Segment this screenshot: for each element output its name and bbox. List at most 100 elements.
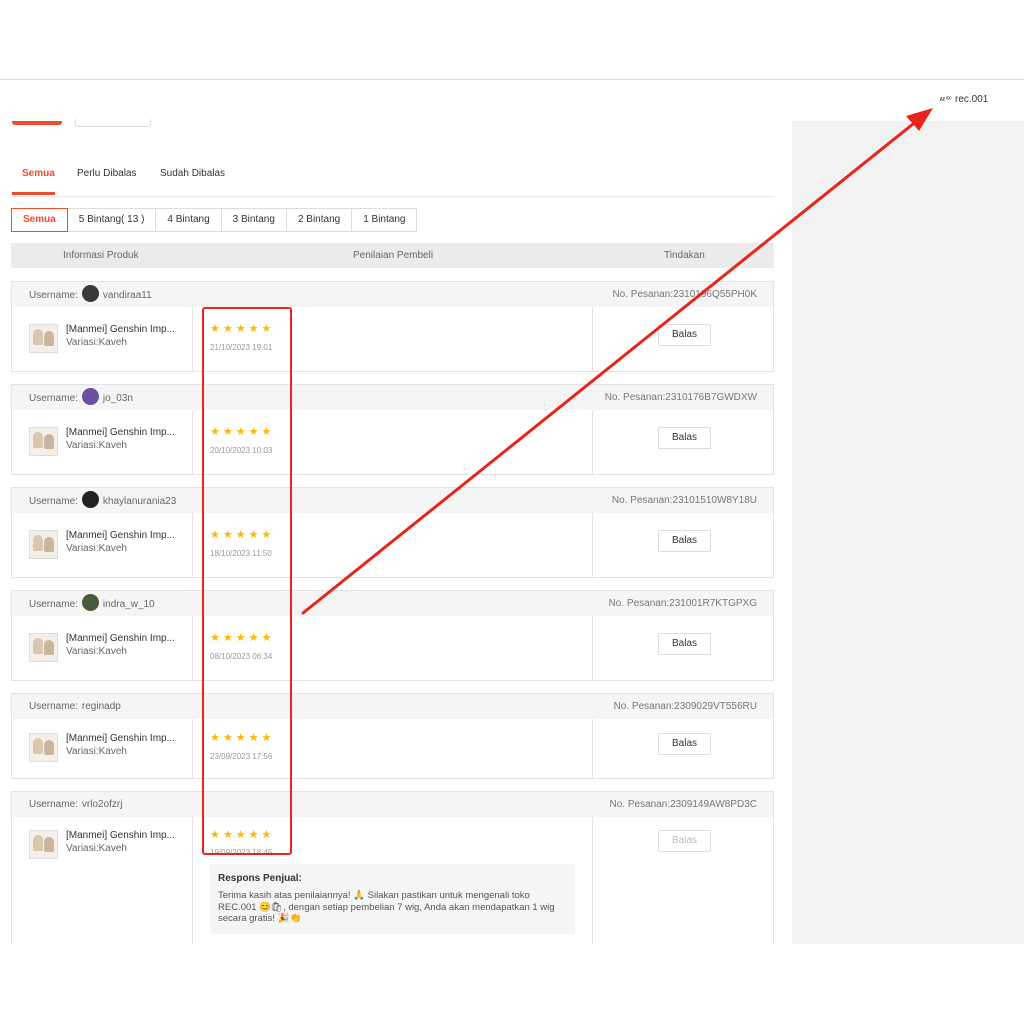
product-thumbnail [29, 733, 58, 762]
filter-5-bintang[interactable]: 5 Bintang( 13 ) [66, 208, 157, 232]
order-number: No. Pesanan:231001R7KTGPXG [608, 598, 757, 609]
column-divider [192, 817, 193, 944]
reply-button[interactable]: Balas [658, 733, 711, 755]
tab-perlu-dibalas[interactable]: Perlu Dibalas [77, 168, 136, 179]
rating-filters: Semua 5 Bintang( 13 ) 4 Bintang 3 Bintan… [11, 208, 418, 232]
review-card-header: Username: reginadp No. Pesanan:2309029VT5… [12, 694, 773, 719]
order-number: No. Pesanan:2310176B7GWDXW [604, 392, 757, 403]
product-thumbnail [29, 324, 58, 353]
right-sidebar [792, 121, 1024, 944]
username: Username: vandiraa11 [29, 285, 152, 302]
avatar [81, 594, 99, 611]
top-bar [0, 79, 1024, 122]
product-name[interactable]: [Manmei] Genshin Imp... [66, 530, 175, 541]
column-divider [592, 719, 593, 778]
avatar [81, 491, 99, 508]
product-name[interactable]: [Manmei] Genshin Imp... [66, 830, 175, 841]
avatar [81, 388, 99, 405]
column-divider [192, 513, 193, 577]
review-date: 08/10/2023 06:34 [210, 652, 273, 661]
filter-1-bintang[interactable]: 1 Bintang [351, 208, 418, 232]
reply-button[interactable]: Balas [658, 324, 711, 346]
rating-stars: ★★★★★ [210, 732, 275, 744]
product-variation: Variasi:Kaveh [66, 843, 127, 854]
order-number: No. Pesanan:2309029VT556RU [613, 701, 757, 712]
active-tab-underline [12, 192, 55, 195]
seller-response-text: Terima kasih atas penilaiannya! 🙏 Silaka… [218, 890, 555, 924]
reply-button[interactable]: Balas [658, 530, 711, 552]
column-divider [592, 817, 593, 944]
review-card-header: Username: vandiraa11 No. Pesanan:2310196Q… [12, 282, 773, 307]
rating-stars: ★★★★★ [210, 426, 275, 438]
column-divider [192, 616, 193, 680]
filter-2-bintang[interactable]: 2 Bintang [285, 208, 353, 232]
product-thumbnail [29, 427, 58, 456]
review-card: Username: reginadp No. Pesanan:2309029VT5… [11, 693, 774, 779]
reply-button[interactable]: Balas [658, 633, 711, 655]
product-name[interactable]: [Manmei] Genshin Imp... [66, 733, 175, 744]
rating-stars: ★★★★★ [210, 323, 275, 335]
rating-stars: ★★★★★ [210, 829, 275, 841]
status-tabs: Semua Perlu Dibalas Sudah Dibalas [12, 160, 774, 197]
product-thumbnail [29, 530, 58, 559]
column-divider [592, 410, 593, 474]
product-variation: Variasi:Kaveh [66, 746, 127, 757]
product-name[interactable]: [Manmei] Genshin Imp... [66, 427, 175, 438]
column-divider [592, 307, 593, 371]
review-date: 20/10/2023 10:03 [210, 446, 273, 455]
review-date: 23/09/2023 17:56 [210, 752, 273, 761]
rating-stars: ★★★★★ [210, 632, 275, 644]
review-date: 19/09/2023 18:45 [210, 848, 273, 857]
reply-button[interactable]: Balas [658, 830, 711, 852]
review-card-header: Username: vrlo2ofzrj No. Pesanan:2309149A… [12, 792, 773, 817]
avatar [81, 285, 99, 302]
tab-semua[interactable]: Semua [22, 168, 55, 179]
review-card: Username: khaylanurania23 No. Pesanan:231… [11, 487, 774, 578]
tab-sudah-dibalas[interactable]: Sudah Dibalas [160, 168, 225, 179]
username: Username: indra_w_10 [29, 594, 155, 611]
product-variation: Variasi:Kaveh [66, 337, 127, 348]
filter-4-bintang[interactable]: 4 Bintang [155, 208, 222, 232]
filter-semua[interactable]: Semua [11, 208, 68, 232]
shop-logo: ᴍ.ʳᵉᶜ [940, 96, 951, 103]
review-card: Username: jo_03n No. Pesanan:2310176B7GWD… [11, 384, 774, 475]
review-card: Username: vrlo2ofzrj No. Pesanan:2309149A… [11, 791, 774, 944]
shop-name: rec.001 [954, 94, 989, 105]
product-name[interactable]: [Manmei] Genshin Imp... [66, 633, 175, 644]
product-thumbnail [29, 830, 58, 859]
product-thumbnail [29, 633, 58, 662]
column-divider [192, 410, 193, 474]
product-name[interactable]: [Manmei] Genshin Imp... [66, 324, 175, 335]
review-card-header: Username: khaylanurania23 No. Pesanan:231… [12, 488, 773, 513]
review-date: 21/10/2023 19:01 [210, 343, 273, 352]
review-card: Username: indra_w_10 No. Pesanan:231001R7… [11, 590, 774, 681]
review-date: 18/10/2023 11:50 [210, 549, 272, 558]
rating-stars: ★★★★★ [210, 529, 275, 541]
review-card-header: Username: jo_03n No. Pesanan:2310176B7GWD… [12, 385, 773, 410]
column-divider [192, 719, 193, 778]
review-card: Username: vandiraa11 No. Pesanan:2310196Q… [11, 281, 774, 372]
username: Username: reginadp [29, 701, 121, 712]
shop-profile[interactable]: ᴍ.ʳᵉᶜ rec.001 [940, 94, 988, 105]
filter-3-bintang[interactable]: 3 Bintang [220, 208, 287, 232]
product-variation: Variasi:Kaveh [66, 543, 127, 554]
review-card-header: Username: indra_w_10 No. Pesanan:231001R7… [12, 591, 773, 616]
seller-response-title: Respons Penjual: [218, 873, 302, 884]
username: Username: khaylanurania23 [29, 491, 176, 508]
username: Username: vrlo2ofzrj [29, 799, 123, 810]
column-divider [192, 307, 193, 371]
username: Username: jo_03n [29, 388, 133, 405]
seller-response: Respons Penjual: Terima kasih atas penil… [210, 864, 575, 934]
reply-button[interactable]: Balas [658, 427, 711, 449]
header-action: Tindakan [664, 250, 705, 261]
order-number: No. Pesanan:2309149AW8PD3C [609, 799, 758, 810]
column-divider [592, 513, 593, 577]
active-section-indicator [12, 121, 62, 125]
order-number: No. Pesanan:23101510W8Y18U [611, 495, 757, 506]
table-header: Informasi Produk Penilaian Pembeli Tinda… [11, 243, 774, 268]
product-variation: Variasi:Kaveh [66, 646, 127, 657]
order-number: No. Pesanan:2310196Q55PH0K [612, 289, 757, 300]
section-button[interactable] [75, 119, 151, 127]
header-rating: Penilaian Pembeli [353, 250, 434, 261]
header-product: Informasi Produk [63, 250, 139, 261]
